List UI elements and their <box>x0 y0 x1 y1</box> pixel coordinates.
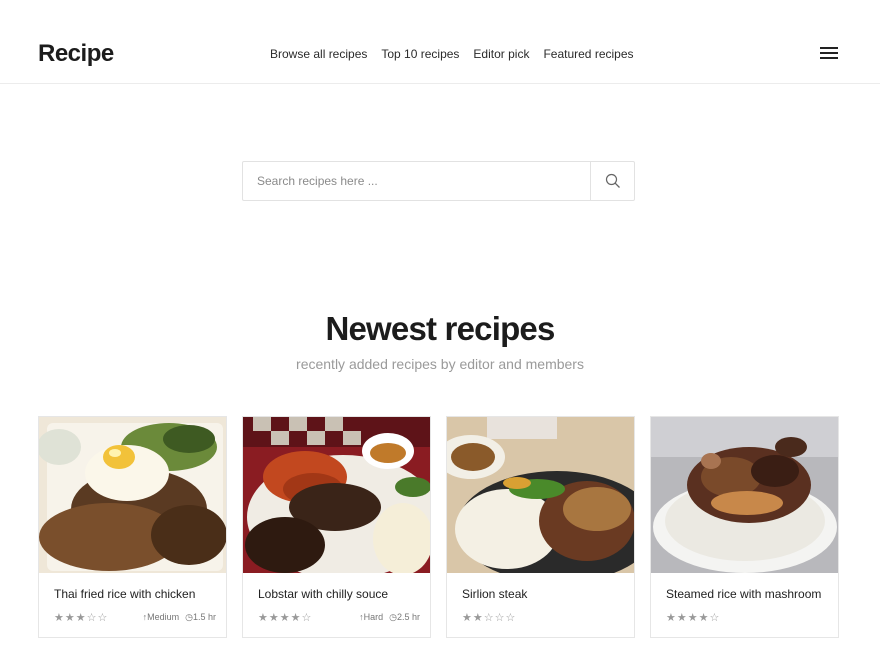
section-title: Newest recipes <box>325 310 555 347</box>
menu-line <box>820 47 838 49</box>
rating-stars: ★★★☆☆ <box>54 612 109 624</box>
section-subtitle: recently added recipes by editor and mem… <box>296 356 584 372</box>
recipe-details: ↑Hard ◷2.5 hr <box>359 612 420 623</box>
recipe-title[interactable]: Sirlion steak <box>447 573 634 601</box>
nav-editor-pick[interactable]: Editor pick <box>473 47 529 61</box>
difficulty: ↑Medium <box>143 612 180 623</box>
recipe-photo <box>651 417 838 573</box>
recipe-photo <box>447 417 634 573</box>
recipe-title[interactable]: Thai fried rice with chicken <box>39 573 226 601</box>
rating-stars: ★★★★☆ <box>258 612 313 624</box>
recipe-title[interactable]: Steamed rice with mashroom <box>651 573 838 601</box>
recipe-meta: ★★★☆☆ ↑Medium ◷1.5 hr <box>39 601 226 624</box>
search-icon <box>605 173 620 188</box>
search-input[interactable] <box>243 162 590 200</box>
menu-line <box>820 52 838 54</box>
rating-stars: ★★★★☆ <box>666 612 721 624</box>
recipe-card[interactable]: Sirlion steak ★★☆☆☆ <box>446 416 635 638</box>
recipe-card-list: Thai fried rice with chicken ★★★☆☆ ↑Medi… <box>38 416 839 638</box>
site-header: Recipe Browse all recipes Top 10 recipes… <box>0 0 880 84</box>
recipe-meta: ★★★★☆ <box>651 601 838 624</box>
difficulty-label: Medium <box>147 612 180 622</box>
main-nav: Browse all recipes Top 10 recipes Editor… <box>270 47 634 61</box>
recipe-photo <box>243 417 430 573</box>
recipe-meta: ★★☆☆☆ <box>447 601 634 624</box>
menu-line <box>820 57 838 59</box>
recipe-meta: ★★★★☆ ↑Hard ◷2.5 hr <box>243 601 430 624</box>
difficulty: ↑Hard <box>359 612 383 623</box>
rating-stars: ★★☆☆☆ <box>462 612 517 624</box>
nav-featured[interactable]: Featured recipes <box>543 47 633 61</box>
recipe-card[interactable]: Lobstar with chilly souce ★★★★☆ ↑Hard ◷2… <box>242 416 431 638</box>
cook-time-label: 2.5 hr <box>396 612 420 622</box>
nav-top-10[interactable]: Top 10 recipes <box>381 47 459 61</box>
recipe-card[interactable]: Steamed rice with mashroom ★★★★☆ <box>650 416 839 638</box>
search-button[interactable] <box>590 162 634 200</box>
recipe-title[interactable]: Lobstar with chilly souce <box>243 573 430 601</box>
clock-icon: ◷ <box>185 612 193 622</box>
nav-browse-all[interactable]: Browse all recipes <box>270 47 367 61</box>
cook-time: ◷2.5 hr <box>389 612 420 623</box>
recipe-photo <box>39 417 226 573</box>
difficulty-label: Hard <box>363 612 384 622</box>
recipe-details: ↑Medium ◷1.5 hr <box>143 612 216 623</box>
cook-time: ◷1.5 hr <box>185 612 216 623</box>
cook-time-label: 1.5 hr <box>192 612 216 622</box>
clock-icon: ◷ <box>389 612 397 622</box>
site-logo[interactable]: Recipe <box>38 40 114 68</box>
hamburger-menu-icon[interactable] <box>820 47 838 61</box>
search-bar <box>242 161 635 201</box>
recipe-card[interactable]: Thai fried rice with chicken ★★★☆☆ ↑Medi… <box>38 416 227 638</box>
